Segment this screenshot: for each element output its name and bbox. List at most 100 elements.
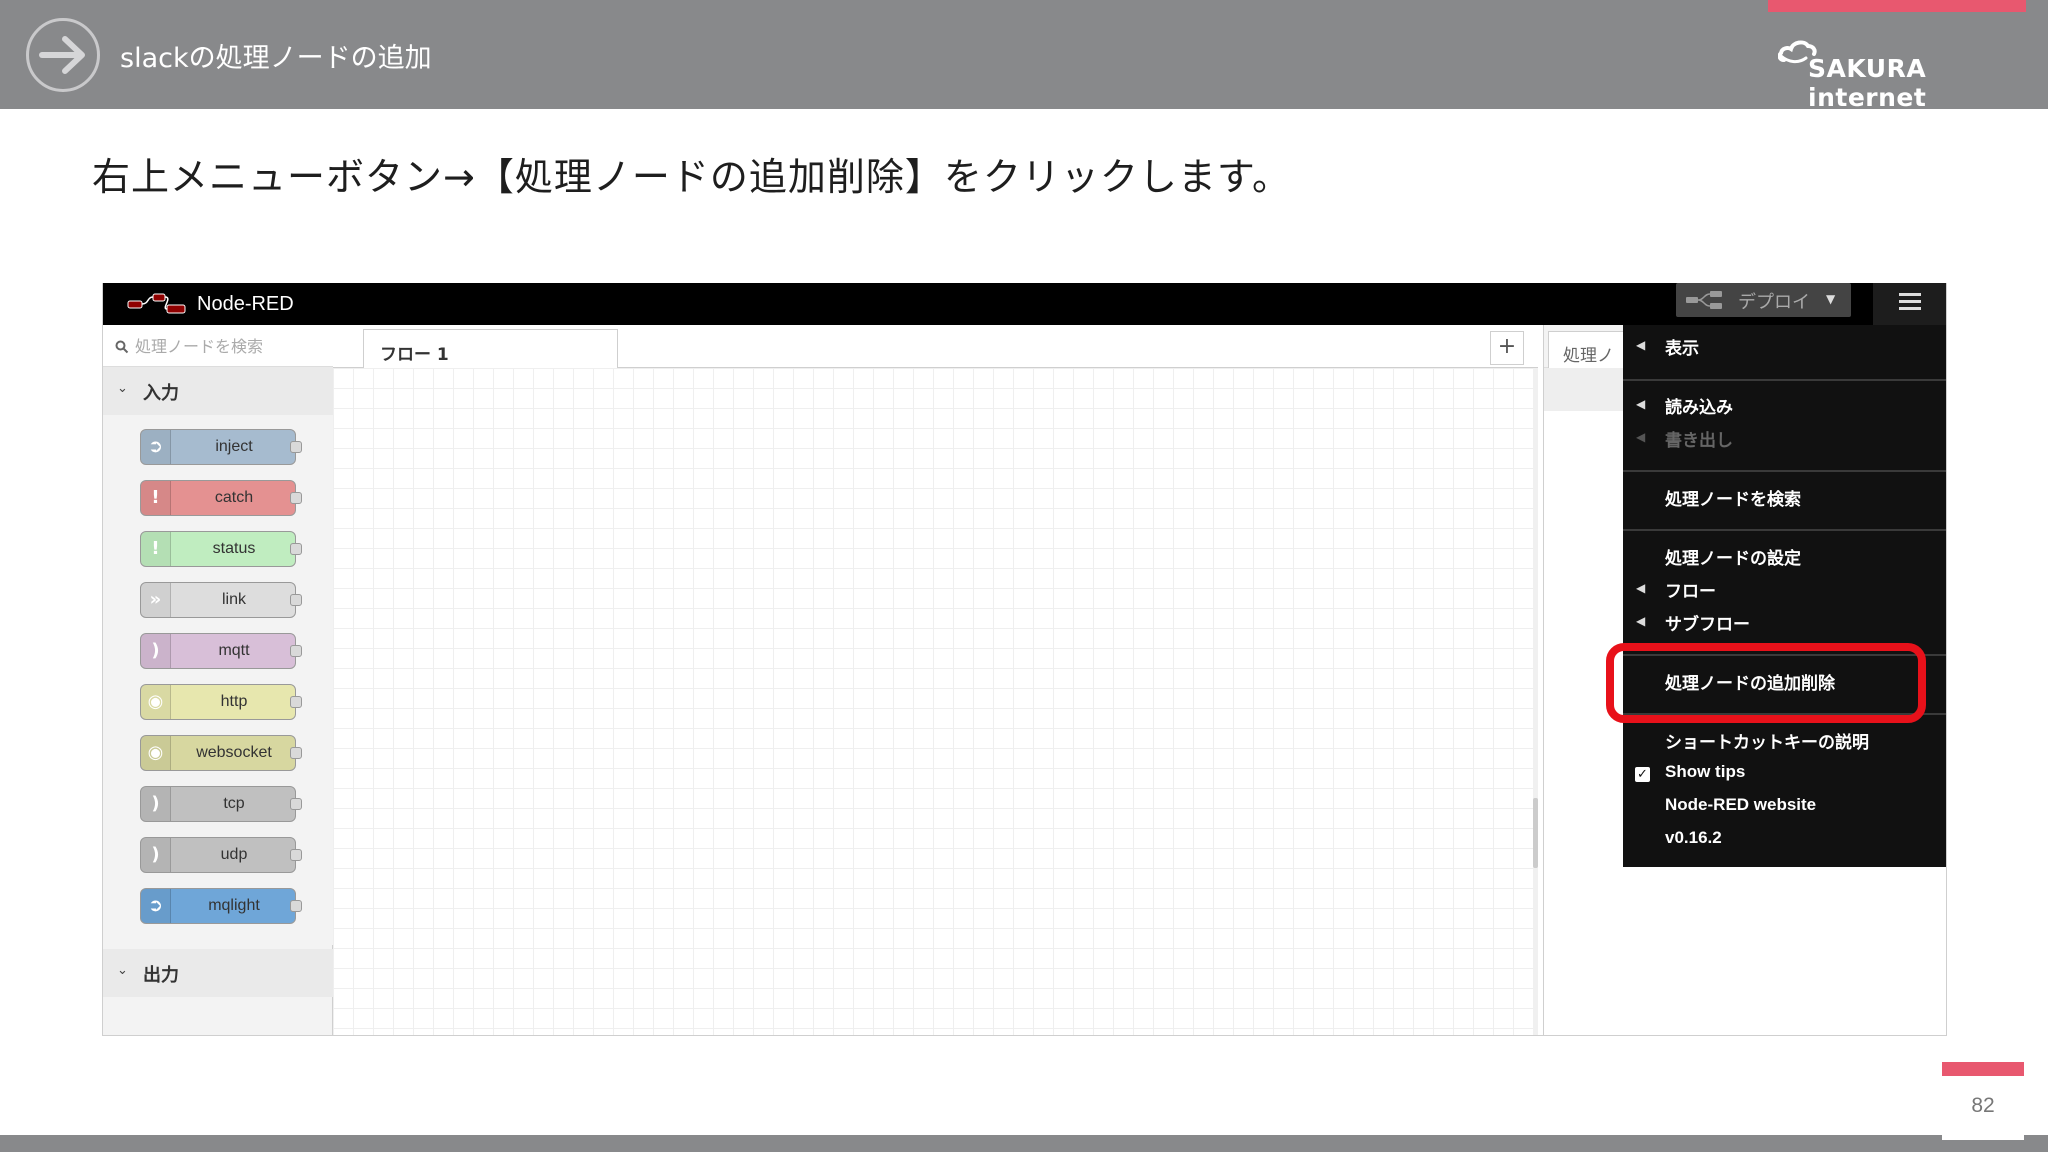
palette-node-catch[interactable]: ! catch (140, 480, 302, 516)
alert-icon: ! (141, 532, 171, 566)
output-port[interactable] (290, 900, 302, 912)
add-flow-button[interactable]: + (1490, 331, 1524, 365)
menu-divider (1623, 379, 1946, 381)
tab-flow-1[interactable]: フロー 1 (363, 329, 618, 369)
output-port[interactable] (290, 849, 302, 861)
slide-title: slackの処理ノードの追加 (120, 43, 432, 74)
output-port[interactable] (290, 441, 302, 453)
scrollbar-thumb[interactable] (1533, 798, 1538, 868)
node-label: status (212, 540, 256, 557)
caret-left-icon: ◀ (1636, 397, 1646, 411)
node-label: udp (220, 846, 248, 863)
page-number: 82 (1971, 1094, 1995, 1117)
deploy-button[interactable]: デプロイ ▼ (1676, 283, 1851, 317)
plus-icon: + (1497, 334, 1517, 359)
palette-category-output[interactable]: ⌄ 出力 (103, 949, 333, 997)
search-icon (115, 340, 129, 354)
output-port[interactable] (290, 696, 302, 708)
menu-item-label: 処理ノードを検索 (1665, 490, 1801, 510)
palette-search-input[interactable] (135, 335, 325, 357)
menu-item-flows[interactable]: ◀ フロー (1623, 574, 1946, 606)
deploy-label: デプロイ (1738, 292, 1810, 313)
output-port[interactable] (290, 747, 302, 759)
main-menu-button[interactable] (1873, 283, 1946, 325)
palette-node-status[interactable]: ! status (140, 531, 302, 567)
header-accent-bar (1768, 0, 2026, 12)
node-label: http (220, 693, 248, 710)
inject-arrow-icon: ➲ (141, 430, 171, 464)
brand-logo: SAKURA internet (1778, 34, 2018, 112)
bridge-icon: ) (141, 838, 171, 872)
menu-item-keyboard-shortcuts[interactable]: ショートカットキーの説明 (1623, 725, 1946, 757)
menu-item-label: 表示 (1665, 339, 1699, 359)
main-menu-dropdown: ◀ 表示 ◀ 読み込み ◀ 書き出し 処理ノードを検索 処理ノードの設定 ◀ フ… (1623, 325, 1946, 867)
palette-node-websocket[interactable]: ◉ websocket (140, 735, 302, 771)
menu-item-version: v0.16.2 (1623, 825, 1946, 857)
palette-search (103, 325, 333, 367)
palette-node-mqlight[interactable]: ➲ mqlight (140, 888, 302, 924)
output-port[interactable] (290, 645, 302, 657)
instruction-text: 右上メニューボタン→【処理ノードの追加削除】をクリックします。 (92, 155, 1292, 199)
category-label: 出力 (143, 965, 179, 986)
caret-left-icon: ◀ (1636, 430, 1646, 444)
checkbox-checked-icon[interactable]: ✓ (1635, 767, 1650, 782)
tab-label: フロー 1 (380, 345, 449, 365)
output-port[interactable] (290, 543, 302, 555)
node-label: mqlight (208, 897, 260, 914)
flow-canvas[interactable] (333, 368, 1533, 1035)
palette-node-inject[interactable]: ➲ inject (140, 429, 302, 465)
footer-bar (0, 1135, 2048, 1152)
chevron-down-icon: ⌄ (117, 963, 128, 978)
palette-node-list: ➲ inject ! catch ! status » link ) mqtt … (103, 415, 333, 945)
node-red-header: Node-RED デプロイ ▼ (103, 283, 1946, 325)
output-port[interactable] (290, 798, 302, 810)
node-palette: ⌄ 入力 ➲ inject ! catch ! status » link (103, 325, 333, 1035)
menu-item-view[interactable]: ◀ 表示 (1623, 331, 1946, 363)
node-red-logo-icon (127, 293, 186, 314)
chevron-down-icon: ⌄ (117, 381, 128, 396)
link-arrow-icon: » (141, 583, 171, 617)
menu-item-config-nodes[interactable]: 処理ノードの設定 (1623, 541, 1946, 573)
white-globe-icon: ◉ (141, 736, 171, 770)
hamburger-icon (1899, 293, 1921, 296)
workspace-scrollbar[interactable] (1533, 368, 1538, 1035)
menu-item-label: Show tips (1665, 762, 1746, 781)
menu-item-show-tips[interactable]: ✓ Show tips (1623, 759, 1946, 791)
brand-name: SAKURA internet (1808, 54, 1927, 112)
node-label: inject (215, 438, 253, 455)
output-port[interactable] (290, 594, 302, 606)
node-label: mqtt (218, 642, 250, 659)
page-accent-bar (1942, 1062, 2024, 1076)
menu-divider (1623, 470, 1946, 472)
mqlight-icon: ➲ (141, 889, 171, 923)
menu-item-search[interactable]: 処理ノードを検索 (1623, 482, 1946, 514)
app-title: Node-RED (197, 293, 294, 315)
caret-left-icon: ◀ (1636, 338, 1646, 352)
palette-node-udp[interactable]: ) udp (140, 837, 302, 873)
sidebar-tab-label: 処理ノ (1563, 346, 1614, 366)
menu-item-website[interactable]: Node-RED website (1623, 792, 1946, 824)
menu-item-label: Node-RED website (1665, 795, 1817, 814)
node-label: catch (214, 489, 254, 506)
caret-left-icon: ◀ (1636, 581, 1646, 595)
arrow-right-circle-icon (26, 18, 100, 92)
palette-node-mqtt[interactable]: ) mqtt (140, 633, 302, 669)
palette-category-input[interactable]: ⌄ 入力 (103, 367, 333, 415)
palette-node-tcp[interactable]: ) tcp (140, 786, 302, 822)
palette-node-link[interactable]: » link (140, 582, 302, 618)
menu-item-label: 処理ノードの設定 (1665, 549, 1801, 569)
menu-item-export[interactable]: ◀ 書き出し (1623, 423, 1946, 455)
menu-item-import[interactable]: ◀ 読み込み (1623, 390, 1946, 422)
white-globe-icon: ◉ (141, 685, 171, 719)
node-label: link (221, 591, 246, 608)
menu-divider (1623, 529, 1946, 531)
menu-item-label: フロー (1665, 582, 1716, 602)
palette-node-http[interactable]: ◉ http (140, 684, 302, 720)
caret-down-icon[interactable]: ▼ (1826, 292, 1835, 306)
bridge-icon: ) (141, 634, 171, 668)
output-port[interactable] (290, 492, 302, 504)
menu-item-label: 書き出し (1665, 431, 1733, 451)
slide-header: slackの処理ノードの追加 SAKURA internet (0, 0, 2048, 112)
menu-item-subflows[interactable]: ◀ サブフロー (1623, 607, 1946, 639)
menu-item-label: ショートカットキーの説明 (1665, 733, 1869, 753)
